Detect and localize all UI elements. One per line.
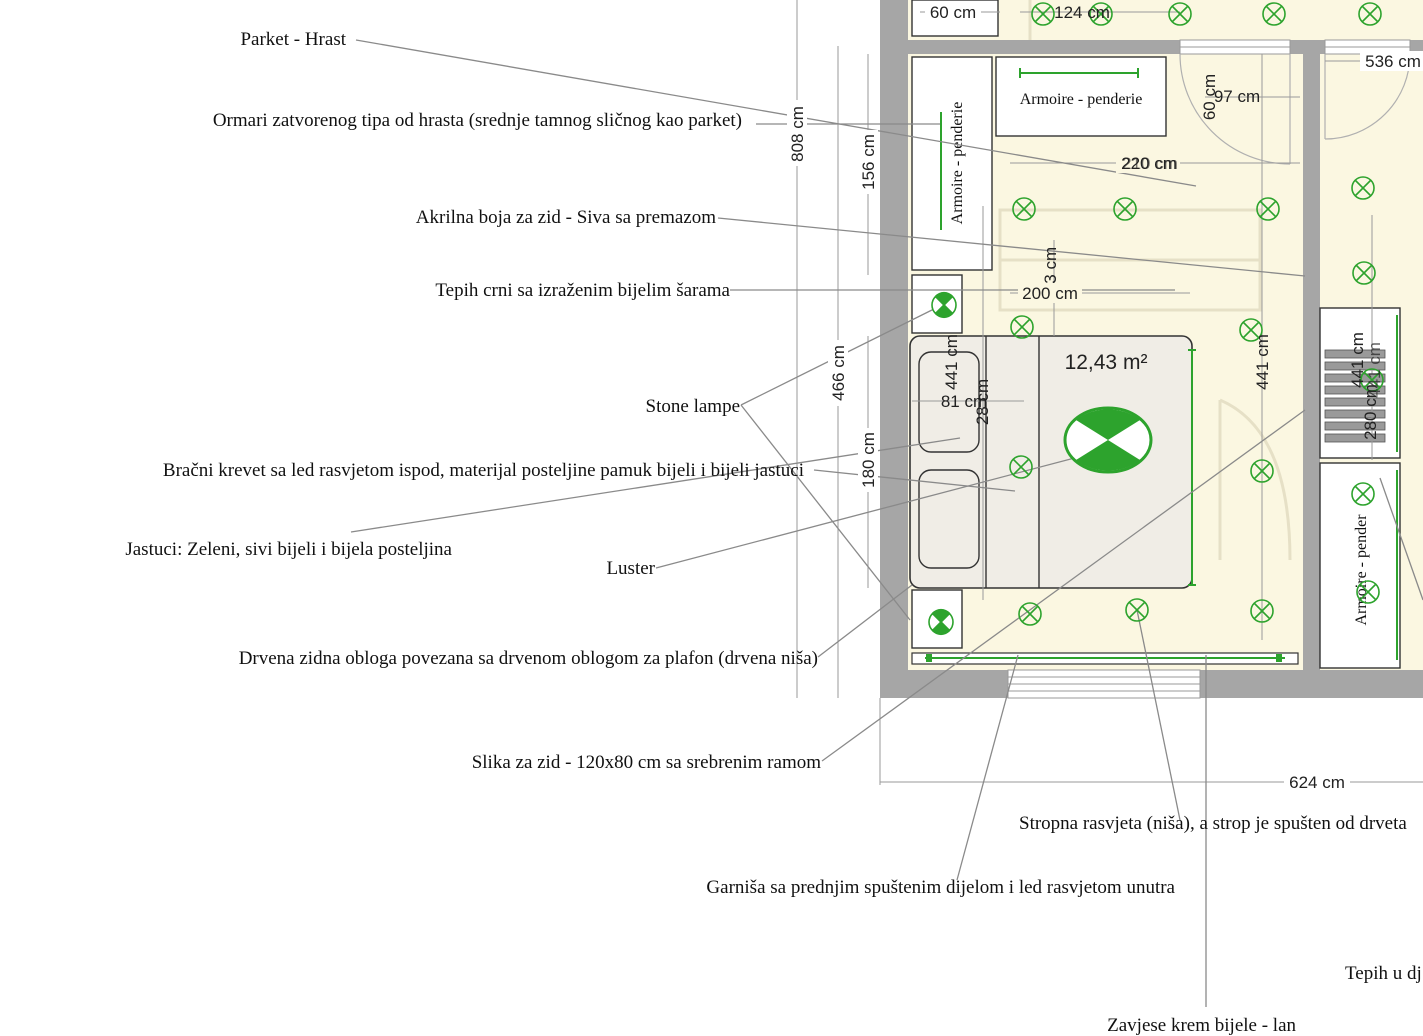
annotation-tepih: Tepih crni sa izraženim bijelim šarama <box>435 280 730 301</box>
annotation-slika: Slika za zid - 120x80 cm sa srebrenim ra… <box>472 752 822 773</box>
dim-label: 200 cm <box>1022 284 1078 303</box>
annotation-stone-lampe: Stone lampe <box>646 396 740 417</box>
annotation-akrilna: Akrilna boja za zid - Siva sa premazom <box>416 207 716 228</box>
annotation-zavjese: Zavjese krem bijele - lan <box>1107 1015 1296 1036</box>
dim-label: 441 cm <box>942 334 961 390</box>
annotation-luster: Luster <box>606 558 655 579</box>
dim-label: 624 cm <box>1289 773 1345 792</box>
dim-label: 466 cm <box>829 345 848 401</box>
dim-label: 536 cm <box>1365 52 1421 71</box>
table-lamp-icon <box>931 291 957 319</box>
dim-label: 441 cm <box>1253 334 1272 390</box>
armoire-right-label: Armoire - pender <box>1353 514 1370 626</box>
armoire-left-label: Armoire - penderie <box>949 102 966 225</box>
annotation-obloga: Drvena zidna obloga povezana sa drvenom … <box>239 648 818 669</box>
dim-label: 60 cm <box>930 3 976 22</box>
annotation-krevet: Bračni krevet sa led rasvjetom ispod, ma… <box>163 460 804 481</box>
room-area: 12,43 m² <box>1065 351 1148 374</box>
chandelier-icon <box>1063 406 1153 474</box>
annotation-stropna: Stropna rasvjeta (niša), a strop je spuš… <box>1019 813 1407 834</box>
window <box>1007 669 1201 699</box>
floor-plan: Armoire - penderie Armoire - penderie Ar… <box>125 0 1423 1036</box>
annotation-garnisa: Garniša sa prednjim spuštenim dijelom i … <box>706 877 1175 898</box>
dim-label: 180 cm <box>859 432 878 488</box>
dim-label: 97 cm <box>1214 87 1260 106</box>
annotation-parket: Parket - Hrast <box>240 29 346 50</box>
dim-label: 124 cm <box>1054 3 1110 22</box>
dim-label: 28 cm <box>973 379 992 425</box>
dim-label: 808 cm <box>788 106 807 162</box>
dim-label: 60 cm <box>1200 74 1219 120</box>
armoire-top-label: Armoire - penderie <box>1020 91 1143 108</box>
dim-label: 280 cm <box>1361 384 1380 440</box>
dim-label: 156 cm <box>859 134 878 190</box>
table-lamp-icon <box>928 608 954 636</box>
dim-label: 210 cm <box>1122 154 1178 173</box>
annotation-jastuci: Jastuci: Zeleni, sivi bijeli i bijela po… <box>125 539 452 560</box>
annotation-ormari: Ormari zatvorenog tipa od hrasta (srednj… <box>213 110 742 131</box>
annotation-tepih-dj: Tepih u dj <box>1345 963 1422 984</box>
